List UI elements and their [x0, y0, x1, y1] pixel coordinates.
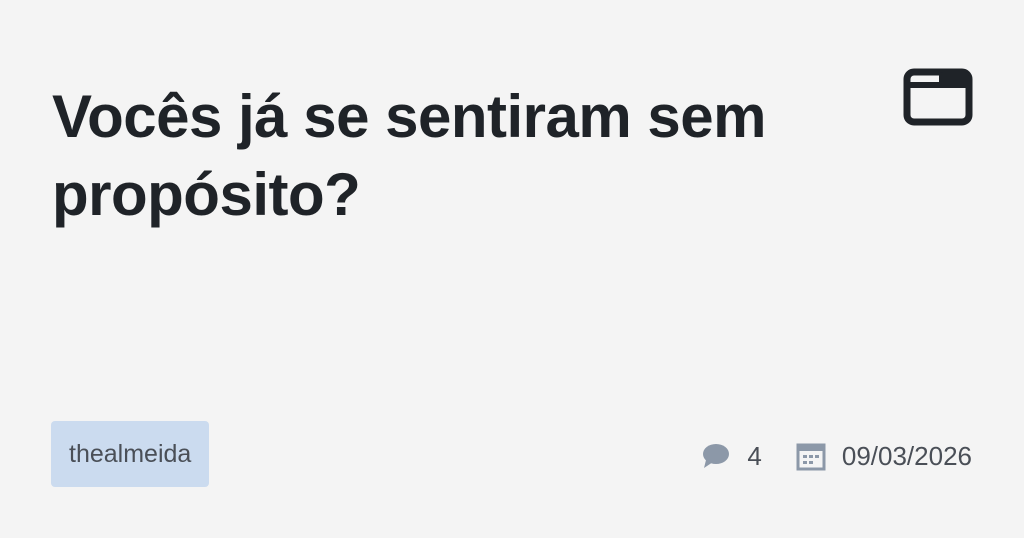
post-date: 09/03/2026 [841, 440, 972, 471]
post-title[interactable]: Vocês já se sentiram sem propósito? [52, 78, 852, 234]
comments-count: 4 [747, 440, 762, 471]
comment-icon [701, 441, 731, 471]
author-name: thealmeida [69, 439, 192, 468]
calendar-icon [796, 441, 826, 471]
post-meta: 4 09/03/2026 [701, 436, 972, 476]
author-tag[interactable]: thealmeida [51, 421, 210, 487]
post-card[interactable]: Vocês já se sentiram sem propósito? thea… [0, 0, 1024, 538]
window-icon [903, 68, 973, 126]
